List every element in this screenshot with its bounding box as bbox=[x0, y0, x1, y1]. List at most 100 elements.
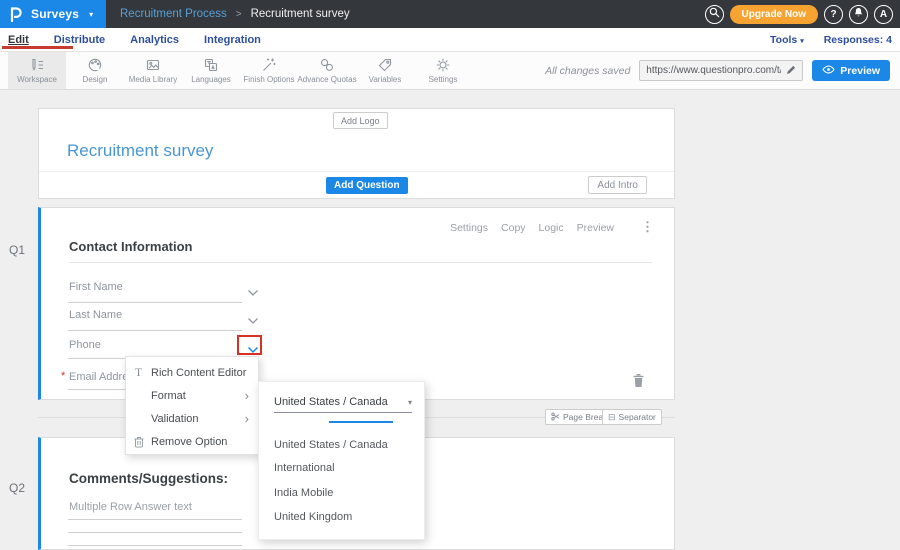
chevron-down-icon: ▾ bbox=[408, 398, 412, 407]
menu-item-validation[interactable]: Validation › bbox=[126, 407, 258, 430]
menu-item-format[interactable]: Format › bbox=[126, 384, 258, 407]
toolbar-item-workspace[interactable]: Workspace bbox=[8, 52, 66, 89]
breadcrumb-folder-link[interactable]: Recruitment Process bbox=[120, 8, 227, 20]
section-tabbar: Edit Distribute Analytics Integration To… bbox=[0, 28, 900, 52]
option-context-menu: T Rich Content Editor Format › Validatio… bbox=[125, 356, 259, 455]
format-option-india-mobile[interactable]: India Mobile bbox=[274, 487, 333, 499]
breadcrumb-separator: > bbox=[236, 9, 242, 20]
languages-icon bbox=[203, 57, 219, 73]
tab-edit[interactable]: Edit bbox=[8, 34, 29, 46]
trash-icon bbox=[126, 436, 151, 448]
question-logic-action[interactable]: Logic bbox=[539, 222, 564, 234]
toolbar-item-advance-quotas[interactable]: Advance Quotas bbox=[298, 52, 356, 89]
trash-icon bbox=[632, 373, 645, 388]
toolbar-item-label: Workspace bbox=[17, 75, 57, 84]
question-heading: Contact Information bbox=[69, 239, 193, 254]
breadcrumb-current: Recruitment survey bbox=[251, 8, 350, 20]
format-option-united-kingdom[interactable]: United Kingdom bbox=[274, 511, 352, 523]
media-library-icon bbox=[145, 57, 161, 73]
search-button[interactable] bbox=[705, 5, 724, 24]
eye-icon bbox=[822, 65, 835, 77]
question-heading: Comments/Suggestions: bbox=[69, 471, 228, 486]
menu-item-remove-option[interactable]: Remove Option bbox=[126, 430, 258, 453]
surveys-menu-label: Surveys bbox=[31, 7, 79, 21]
annotation-underline bbox=[2, 46, 73, 49]
tools-menu[interactable]: Tools ▾ bbox=[770, 34, 804, 46]
questionpro-logo-icon bbox=[9, 6, 23, 22]
format-select-value: United States / Canada bbox=[274, 396, 388, 408]
bell-icon bbox=[853, 7, 864, 21]
question-settings-action[interactable]: Settings bbox=[450, 222, 488, 234]
required-asterisk: * bbox=[61, 370, 65, 382]
survey-url-field[interactable]: https://www.questionpro.com/t/APNrFZ bbox=[639, 60, 803, 81]
tools-label: Tools bbox=[770, 34, 797, 46]
chevron-down-icon: ▾ bbox=[89, 10, 93, 19]
toolbar-item-media-library[interactable]: Media Library bbox=[124, 52, 182, 89]
autosave-status: All changes saved bbox=[545, 65, 630, 77]
text-format-icon: T bbox=[126, 365, 151, 380]
tab-integration[interactable]: Integration bbox=[204, 34, 261, 46]
chevron-right-icon: › bbox=[245, 388, 258, 403]
menu-item-rich-content-editor[interactable]: T Rich Content Editor bbox=[126, 361, 258, 384]
design-icon bbox=[87, 57, 103, 73]
add-logo-button[interactable]: Add Logo bbox=[333, 112, 388, 129]
chevron-down-icon: ▾ bbox=[800, 38, 804, 45]
field-dropdown-chevron[interactable] bbox=[247, 284, 259, 302]
toolbar-item-label: Advance Quotas bbox=[297, 75, 356, 84]
toolbar-item-languages[interactable]: Languages bbox=[182, 52, 240, 89]
tab-distribute[interactable]: Distribute bbox=[54, 34, 105, 46]
answer-underline bbox=[68, 532, 242, 533]
toolbar-item-variables[interactable]: Variables bbox=[356, 52, 414, 89]
question-preview-action[interactable]: Preview bbox=[577, 222, 614, 234]
question-copy-action[interactable]: Copy bbox=[501, 222, 526, 234]
survey-url-value: https://www.questionpro.com/t/APNrFZ bbox=[646, 65, 781, 76]
answer-underline bbox=[68, 545, 242, 546]
avatar: A bbox=[880, 9, 887, 20]
edit-url-pencil-icon[interactable] bbox=[786, 62, 796, 80]
format-submenu-panel: United States / Canada ▾ United States /… bbox=[258, 381, 425, 540]
editor-toolbar: Workspace Design Media Library Languages… bbox=[0, 52, 900, 90]
format-option-us-canada[interactable]: United States / Canada bbox=[274, 439, 388, 451]
add-intro-button[interactable]: Add Intro bbox=[588, 176, 647, 194]
separator-button[interactable]: ⊟ Separator bbox=[602, 409, 662, 425]
toolbar-item-label: Finish Options bbox=[243, 75, 294, 84]
question-heading-divider bbox=[69, 262, 652, 263]
settings-icon bbox=[435, 57, 451, 73]
toolbar-item-settings[interactable]: Settings bbox=[414, 52, 472, 89]
field-dropdown-chevron[interactable] bbox=[247, 312, 259, 330]
survey-header-card: Add Logo Recruitment survey Add Question… bbox=[38, 108, 675, 199]
tab-analytics[interactable]: Analytics bbox=[130, 34, 179, 46]
preview-button-label: Preview bbox=[840, 65, 880, 77]
notifications-button[interactable] bbox=[849, 5, 868, 24]
finish-options-icon bbox=[261, 57, 277, 73]
menu-item-label: Rich Content Editor bbox=[151, 367, 258, 379]
field-label-first-name: First Name bbox=[69, 281, 123, 293]
menu-item-label: Format bbox=[151, 390, 245, 402]
account-button[interactable]: A bbox=[874, 5, 893, 24]
surveys-menu[interactable]: Surveys ▾ bbox=[0, 0, 106, 28]
responses-link[interactable]: Responses: 4 bbox=[824, 34, 892, 46]
survey-canvas: Q1 Q2 Add Logo Recruitment survey Add Qu… bbox=[0, 90, 900, 550]
page-break-label: Page Break bbox=[563, 412, 607, 422]
menu-item-label: Validation bbox=[151, 413, 245, 425]
scissors-icon bbox=[551, 412, 560, 423]
toolbar-item-design[interactable]: Design bbox=[66, 52, 124, 89]
add-question-button[interactable]: Add Question bbox=[326, 177, 408, 194]
toolbar-item-label: Media Library bbox=[129, 75, 177, 84]
format-select[interactable]: United States / Canada ▾ bbox=[274, 392, 412, 413]
more-options-icon[interactable]: ⋮ bbox=[641, 219, 654, 235]
preview-button[interactable]: Preview bbox=[812, 60, 890, 81]
toolbar-items: Workspace Design Media Library Languages… bbox=[8, 52, 472, 89]
upgrade-now-label: Upgrade Now bbox=[742, 9, 806, 20]
advance-quotas-icon bbox=[319, 57, 335, 73]
upgrade-now-button[interactable]: Upgrade Now bbox=[730, 5, 818, 24]
format-option-international[interactable]: International bbox=[274, 462, 335, 474]
variables-icon bbox=[377, 57, 393, 73]
help-icon: ? bbox=[830, 9, 836, 20]
delete-question-button[interactable] bbox=[632, 373, 645, 393]
answer-underline bbox=[68, 519, 242, 520]
help-button[interactable]: ? bbox=[824, 5, 843, 24]
toolbar-item-label: Variables bbox=[369, 75, 402, 84]
separator-icon: ⊟ bbox=[608, 412, 616, 423]
toolbar-item-finish-options[interactable]: Finish Options bbox=[240, 52, 298, 89]
